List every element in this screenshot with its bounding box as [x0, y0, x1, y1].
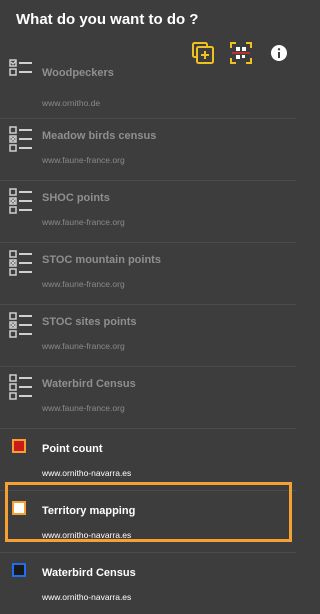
selection-highlight	[5, 482, 292, 542]
protocol-site: www.faune-france.org	[42, 279, 125, 289]
list-item[interactable]: SHOC points www.faune-france.org	[0, 181, 296, 243]
protocol-site: www.faune-france.org	[42, 341, 125, 351]
checklist-icon	[9, 126, 32, 152]
list-item[interactable]: STOC sites points www.faune-france.org	[0, 305, 296, 367]
protocol-site: www.ornitho-navarra.es	[42, 468, 132, 478]
protocol-title: Waterbird Census	[42, 567, 136, 579]
protocol-title: Meadow birds census	[42, 130, 157, 142]
info-icon	[271, 45, 287, 61]
list-item[interactable]: Meadow birds census www.faune-france.org	[0, 119, 296, 181]
protocol-title: SHOC points	[42, 192, 110, 204]
waterbird-census-icon	[12, 563, 26, 577]
protocol-title: Point count	[42, 443, 103, 455]
protocol-site: www.faune-france.org	[42, 217, 125, 227]
app-header: What do you want to do ?	[0, 0, 296, 70]
protocol-site: www.faune-france.org	[42, 155, 125, 165]
list-item-waterbird-census[interactable]: Waterbird Census www.ornitho-navarra.es	[0, 553, 296, 614]
protocol-title: Waterbird Census	[42, 378, 136, 390]
protocol-title: STOC sites points	[42, 316, 137, 328]
list-item[interactable]: Waterbird Census www.faune-france.org	[0, 367, 296, 429]
checklist-icon	[9, 59, 32, 76]
protocol-title: STOC mountain points	[42, 254, 161, 266]
protocol-title: Woodpeckers	[42, 67, 114, 79]
checklist-icon	[9, 188, 32, 214]
protocol-site: www.ornitho-navarra.es	[42, 592, 132, 602]
point-count-icon	[12, 439, 26, 453]
protocol-site: www.faune-france.org	[42, 403, 125, 413]
checklist-icon	[9, 312, 32, 338]
page-title: What do you want to do ?	[16, 11, 199, 28]
list-item[interactable]: Woodpeckers www.ornitho.de	[0, 59, 296, 119]
checklist-icon	[9, 250, 32, 276]
list-item[interactable]: STOC mountain points www.faune-france.or…	[0, 243, 296, 305]
protocol-site: www.ornitho.de	[42, 98, 101, 108]
checklist-icon	[9, 374, 32, 400]
